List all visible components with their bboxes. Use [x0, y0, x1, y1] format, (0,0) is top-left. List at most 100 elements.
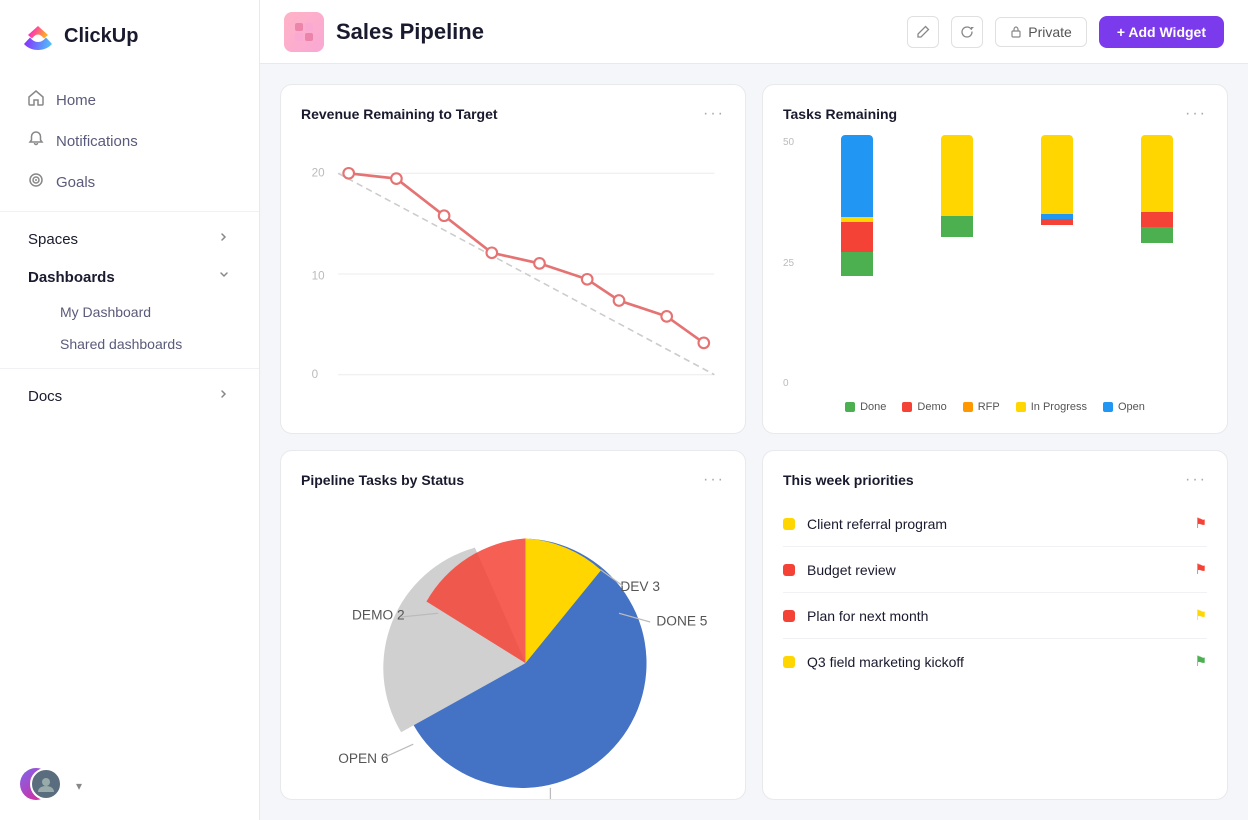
priority-item-2: Budget review ⚑ [783, 547, 1207, 593]
dashboards-label: Dashboards [28, 269, 115, 286]
pie-label-demo: DEMO 2 [352, 607, 405, 622]
legend-demo-dot [902, 402, 912, 412]
pie-chart-container: DEV 3 DONE 5 IN PROGRESS 18 OPEN 6 DEMO … [301, 501, 725, 800]
dashboard-icon [284, 12, 324, 52]
y-axis-0: 0 [783, 378, 794, 389]
sidebar-item-goals[interactable]: Goals [8, 162, 251, 203]
user-avatar-stack [20, 768, 64, 804]
sidebar-item-shared-dashboards[interactable]: Shared dashboards [8, 328, 251, 360]
bar-group-1 [815, 135, 899, 391]
page-title: Sales Pipeline [336, 19, 484, 45]
priority-item-2-left: Budget review [783, 562, 896, 578]
sidebar-item-notifications[interactable]: Notifications [8, 121, 251, 162]
spaces-label: Spaces [28, 231, 78, 248]
revenue-widget-title: Revenue Remaining to Target [301, 106, 498, 122]
sidebar-navigation: Home Notifications Goals Spaces [0, 72, 259, 752]
edit-button[interactable] [907, 16, 939, 48]
tasks-chart-area: 50 25 0 [783, 135, 1207, 413]
priority-text-4: Q3 field marketing kickoff [807, 654, 964, 670]
user-chevron-icon: ▾ [76, 779, 82, 793]
goals-icon [28, 172, 44, 193]
legend-done-label: Done [860, 401, 886, 413]
pie-label-dev: DEV 3 [620, 579, 660, 594]
bar-chart-legend: Done Demo RFP In Progress [783, 401, 1207, 413]
legend-rfp: RFP [963, 401, 1000, 413]
nav-divider [0, 211, 259, 212]
priority-text-1: Client referral program [807, 516, 947, 532]
legend-inprogress-dot [1016, 402, 1026, 412]
tasks-widget-title: Tasks Remaining [783, 106, 897, 122]
tasks-remaining-widget: Tasks Remaining ··· 50 25 0 [762, 84, 1228, 434]
legend-inprogress-label: In Progress [1031, 401, 1087, 413]
spaces-chevron-icon [217, 230, 231, 248]
priorities-widget: This week priorities ··· Client referral… [762, 450, 1228, 800]
sidebar: ClickUp Home Notifications Goals [0, 0, 260, 820]
bar-group-2 [915, 135, 999, 391]
priority-item-4: Q3 field marketing kickoff ⚑ [783, 639, 1207, 684]
dashboards-chevron-icon [217, 268, 231, 286]
revenue-widget-header: Revenue Remaining to Target ··· [301, 105, 725, 123]
priority-flag-1: ⚑ [1194, 515, 1207, 532]
priorities-widget-header: This week priorities ··· [783, 471, 1207, 489]
legend-open-dot [1103, 402, 1113, 412]
priority-item-3-left: Plan for next month [783, 608, 928, 624]
page-header: Sales Pipeline Private + Add Widget [260, 0, 1248, 64]
docs-chevron-icon [217, 387, 231, 405]
home-icon [28, 90, 44, 111]
pipeline-widget-menu[interactable]: ··· [703, 471, 725, 489]
priority-dot-1 [783, 518, 795, 530]
svg-text:10: 10 [312, 269, 325, 282]
tasks-widget-menu[interactable]: ··· [1185, 105, 1207, 123]
add-widget-button[interactable]: + Add Widget [1099, 16, 1224, 48]
sidebar-section-dashboards[interactable]: Dashboards [8, 258, 251, 296]
sidebar-item-home[interactable]: Home [8, 80, 251, 121]
priority-flag-3: ⚑ [1194, 607, 1207, 624]
dashboard-grid: Revenue Remaining to Target ··· 20 10 0 [260, 64, 1248, 820]
docs-label: Docs [28, 388, 62, 405]
sidebar-item-my-dashboard[interactable]: My Dashboard [8, 296, 251, 328]
clickup-logo-icon [20, 18, 56, 54]
priority-item-3: Plan for next month ⚑ [783, 593, 1207, 639]
priorities-widget-menu[interactable]: ··· [1185, 471, 1207, 489]
main-content: Sales Pipeline Private + Add Widget Reve… [260, 0, 1248, 820]
sidebar-item-goals-label: Goals [56, 174, 95, 191]
sidebar-section-spaces[interactable]: Spaces [8, 220, 251, 258]
priority-item-1: Client referral program ⚑ [783, 501, 1207, 547]
y-axis-50: 50 [783, 137, 794, 148]
priority-flag-2: ⚑ [1194, 561, 1207, 578]
revenue-widget-menu[interactable]: ··· [703, 105, 725, 123]
sidebar-item-home-label: Home [56, 92, 96, 109]
priority-item-1-left: Client referral program [783, 516, 947, 532]
priority-dot-2 [783, 564, 795, 576]
app-name: ClickUp [64, 25, 138, 48]
svg-text:20: 20 [312, 166, 325, 179]
pie-label-done: DONE 5 [656, 614, 707, 629]
legend-inprogress: In Progress [1016, 401, 1087, 413]
sidebar-item-notifications-label: Notifications [56, 133, 138, 150]
priority-text-2: Budget review [807, 562, 896, 578]
sidebar-footer[interactable]: ▾ [0, 752, 259, 820]
revenue-chart-area: 20 10 0 [301, 135, 725, 413]
pipeline-widget-title: Pipeline Tasks by Status [301, 472, 464, 488]
sidebar-section-docs[interactable]: Docs [8, 377, 251, 415]
refresh-button[interactable] [951, 16, 983, 48]
legend-done: Done [845, 401, 886, 413]
bell-icon [28, 131, 44, 152]
bar-group-4 [1115, 135, 1199, 391]
legend-open-label: Open [1118, 401, 1145, 413]
priority-flag-4: ⚑ [1194, 653, 1207, 670]
legend-demo-label: Demo [917, 401, 946, 413]
private-button[interactable]: Private [995, 17, 1087, 47]
private-label: Private [1028, 24, 1072, 40]
pie-label-open: OPEN 6 [338, 751, 389, 766]
priority-item-4-left: Q3 field marketing kickoff [783, 654, 964, 670]
shared-dashboards-label: Shared dashboards [60, 336, 182, 352]
priority-text-3: Plan for next month [807, 608, 928, 624]
tasks-widget-header: Tasks Remaining ··· [783, 105, 1207, 123]
pipeline-widget-header: Pipeline Tasks by Status ··· [301, 471, 725, 489]
svg-text:0: 0 [312, 368, 319, 381]
pipeline-tasks-widget: Pipeline Tasks by Status ··· [280, 450, 746, 800]
y-axis-25: 25 [783, 258, 794, 269]
legend-demo: Demo [902, 401, 946, 413]
header-right: Private + Add Widget [907, 16, 1224, 48]
